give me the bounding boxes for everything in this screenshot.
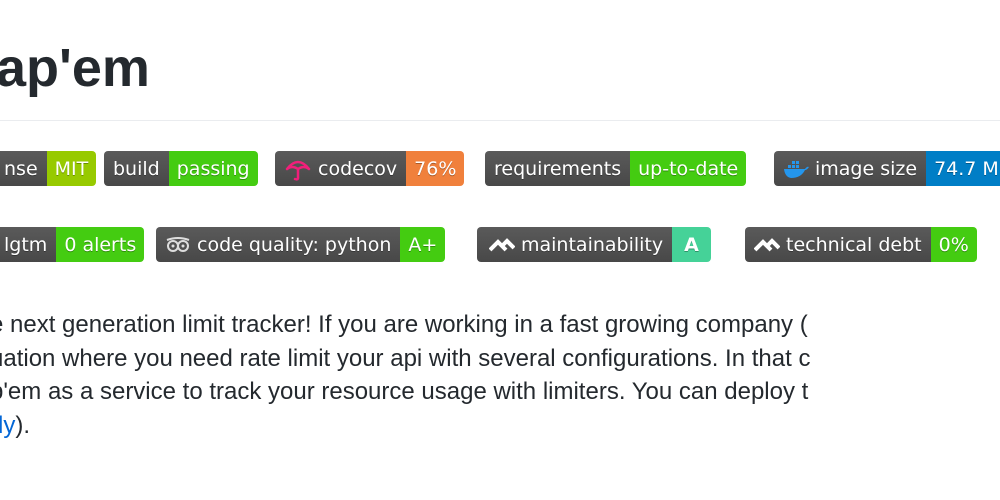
deploy-link[interactable]: dy	[0, 412, 15, 439]
badge-value: up-to-date	[630, 151, 747, 186]
docker-whale-icon	[784, 160, 809, 178]
paragraph-line: p'em as a service to track your resource…	[0, 378, 809, 405]
requirements-badge[interactable]: requirements up-to-date	[485, 151, 747, 186]
paragraph-line: e next generation limit tracker! If you …	[0, 311, 808, 338]
codecov-umbrella-icon	[285, 160, 311, 181]
badge-label: image size	[815, 157, 918, 180]
codecov-badge[interactable]: codecov 76%	[275, 151, 465, 186]
description-paragraph: e next generation limit tracker! If you …	[0, 308, 810, 442]
badge-label: technical debt	[786, 233, 922, 256]
codeclimate-icon	[754, 237, 780, 251]
badge-label: nse	[0, 151, 47, 186]
maintainability-badge[interactable]: maintainability A	[477, 227, 711, 262]
image-size-badge[interactable]: image size 74.7 M	[774, 151, 1000, 186]
title-divider	[0, 120, 1000, 121]
badge-label: build	[104, 151, 169, 186]
technical-debt-badge[interactable]: technical debt 0%	[745, 227, 977, 262]
badge-label: lgtm	[0, 227, 57, 262]
badge-value: passing	[168, 151, 258, 186]
lgtm-owl-icon	[166, 236, 190, 252]
badge-value: 0 alerts	[56, 227, 145, 262]
paragraph-line: dy).	[0, 409, 810, 443]
badge-label: code quality: python	[197, 233, 392, 256]
badge-value: A+	[400, 227, 446, 262]
badge-value: 74.7 M	[926, 151, 1000, 186]
badge-label: maintainability	[521, 233, 664, 256]
badge-value: 76%	[406, 151, 465, 186]
badge-label: codecov	[318, 157, 398, 180]
code-quality-badge[interactable]: code quality: python A+	[156, 227, 446, 262]
badge-value: A	[672, 227, 711, 262]
badge-label: requirements	[485, 151, 631, 186]
paragraph-text: ).	[15, 411, 31, 439]
license-badge[interactable]: nse MIT	[0, 151, 97, 186]
codeclimate-icon	[489, 237, 515, 251]
build-badge[interactable]: build passing	[104, 151, 258, 186]
badge-value: MIT	[46, 151, 97, 186]
lgtm-alerts-badge[interactable]: lgtm 0 alerts	[0, 227, 145, 262]
page-title: ap'em	[0, 38, 150, 98]
paragraph-line: uation where you need rate limit your ap…	[0, 344, 811, 372]
badge-value: 0%	[930, 227, 977, 262]
